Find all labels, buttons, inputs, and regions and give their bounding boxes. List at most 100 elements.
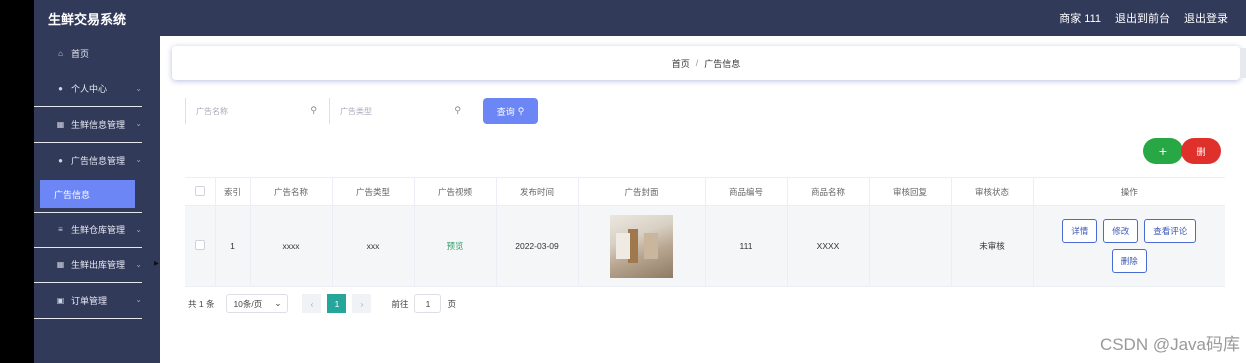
column-header: 广告封面 [578, 177, 706, 206]
chevron-down-icon: ⌄ [135, 154, 142, 164]
search-icon: ⚲ [310, 105, 317, 115]
select-all-header [185, 177, 216, 206]
sidebar-item-warehouse[interactable]: ≡ 生鲜仓库管理 ⌄ [34, 212, 142, 248]
cell-review-reply [869, 205, 952, 287]
edit-button[interactable]: 修改 [1103, 219, 1139, 243]
column-header: 广告类型 [332, 177, 415, 206]
batch-delete-button[interactable]: 删 [1181, 138, 1221, 164]
sidebar-item-orders[interactable]: ▣ 订单管理 ⌄ [34, 283, 142, 319]
column-header: 商品编号 [705, 177, 788, 206]
page-size-select[interactable]: 10条/页 ⌄ [226, 294, 289, 313]
select-all-checkbox[interactable] [194, 185, 205, 196]
column-header: 操作 [1033, 177, 1225, 206]
grid-icon: ▦ [56, 260, 65, 270]
sidebar-item-label: 广告信息管理 [71, 155, 126, 166]
logout-link[interactable]: 退出登录 [1184, 10, 1228, 26]
query-button-label: 查询 [496, 106, 515, 117]
user-icon: ● [58, 84, 63, 94]
grid-icon: ▦ [56, 119, 65, 129]
breadcrumb-separator: / [695, 58, 699, 68]
next-page-button[interactable]: › [352, 294, 372, 313]
ad-name-search: ⚲ [185, 98, 325, 124]
cell-publish-time: 2022-03-09 [496, 205, 579, 287]
table-row: 1 xxxx xxx 预览 2022-03-09 111 XXXX 未审核 详情… [185, 205, 1225, 287]
cell-review-status: 未审核 [951, 205, 1034, 287]
document-icon: ▣ [56, 295, 65, 305]
cell-product-name: XXXX [787, 205, 870, 287]
column-header: 商品名称 [787, 177, 870, 206]
prev-page-button[interactable]: ‹ [302, 294, 322, 313]
pagination: 共 1 条 10条/页 ⌄ ‹ 1 › 前往 1 页 [188, 294, 456, 313]
cell-product-no: 111 [705, 205, 788, 287]
sidebar-item-ad-management[interactable]: ● 广告信息管理 ⌄ [34, 143, 142, 179]
watermark: CSDN @Java码库 [1099, 335, 1240, 354]
column-header: 索引 [215, 177, 251, 206]
chevron-down-icon: ⌄ [135, 225, 142, 234]
query-button[interactable]: 查询 ⚲ [483, 98, 538, 124]
ad-type-search: ⚲ [329, 98, 469, 124]
cell-index: 1 [215, 205, 251, 287]
column-header: 审核回复 [869, 177, 952, 206]
cell-ad-type: xxx [332, 205, 415, 287]
sidebar-item-personal-center[interactable]: ● 个人中心 ⌄ [34, 72, 142, 107]
search-icon: ⚲ [517, 105, 525, 116]
sidebar-item-label: 个人中心 [71, 84, 108, 95]
breadcrumb-home[interactable]: 首页 [672, 57, 690, 70]
top-links: 商家 111 退出到前台 退出登录 [1059, 10, 1228, 26]
sidebar-item-label: 生鲜仓库管理 [71, 225, 126, 236]
sidebar-item-outbound[interactable]: ▦ 生鲜出库管理 ⌄ [34, 248, 142, 283]
chevron-down-icon: ⌄ [135, 259, 142, 269]
ad-type-input[interactable] [330, 98, 469, 124]
sidebar-item-label: 订单管理 [71, 295, 108, 306]
add-button[interactable]: + [1143, 138, 1183, 164]
total-count: 共 1 条 [188, 298, 215, 309]
chevron-down-icon: ⌄ [135, 295, 142, 304]
sidebar-item-label: 生鲜出库管理 [71, 260, 126, 271]
column-header: 广告视频 [414, 177, 497, 206]
scrollbar[interactable] [1240, 48, 1246, 78]
delete-button[interactable]: 删除 [1111, 249, 1147, 273]
cell-ad-cover [578, 205, 706, 287]
chevron-down-icon: ⌄ [135, 83, 142, 93]
top-bar: 生鲜交易系统 商家 111 退出到前台 退出登录 [34, 0, 1246, 36]
sidebar-subitem-ad-info[interactable]: 广告信息 [40, 180, 135, 208]
chevron-down-icon: ⌄ [274, 298, 282, 308]
cell-ad-name: xxxx [250, 205, 333, 287]
search-row: ⚲ ⚲ 查询 ⚲ [185, 98, 538, 124]
page-number-current[interactable]: 1 [327, 294, 347, 313]
view-comments-button[interactable]: 查看评论 [1144, 219, 1197, 243]
cell-ad-video: 预览 [414, 205, 497, 287]
ad-table: 索引 广告名称 广告类型 广告视频 发布时间 广告封面 商品编号 商品名称 审核… [185, 177, 1225, 287]
app-window: 生鲜交易系统 商家 111 退出到前台 退出登录 ⌂ 首页 ● 个人中心 ⌄ ▦… [34, 0, 1246, 363]
ad-name-input[interactable] [186, 98, 325, 124]
goto-label: 前往 [391, 298, 409, 309]
breadcrumb-current: 广告信息 [704, 58, 741, 69]
sidebar-item-label: 首页 [71, 49, 90, 60]
table-header-row: 索引 广告名称 广告类型 广告视频 发布时间 广告封面 商品编号 商品名称 审核… [185, 177, 1225, 206]
page-size-value: 10条/页 [233, 298, 263, 309]
chevron-down-icon: ⌄ [135, 119, 142, 128]
sidebar: ⌂ 首页 ● 个人中心 ⌄ ▦ 生鲜信息管理 ⌄ ● 广告信息管理 ⌄ 广告信息… [34, 36, 160, 363]
goto-page-input[interactable]: 1 [414, 294, 442, 313]
main-content: 首页 / 广告信息 ⚲ ⚲ 查询 ⚲ + 删 [160, 36, 1246, 363]
page-suffix: 页 [447, 298, 456, 309]
search-icon: ⚲ [454, 105, 461, 115]
sidebar-item-home[interactable]: ⌂ 首页 [34, 36, 142, 72]
breadcrumb: 首页 / 广告信息 [172, 46, 1240, 80]
detail-button[interactable]: 详情 [1062, 219, 1098, 243]
row-checkbox[interactable] [194, 240, 205, 250]
cell-operations: 详情 修改 查看评论 删除 [1033, 205, 1225, 287]
user-icon: ● [58, 155, 63, 165]
home-icon: ⌂ [58, 49, 63, 59]
cover-image[interactable] [610, 214, 673, 278]
list-icon: ≡ [58, 225, 63, 235]
row-select-cell [185, 205, 216, 287]
column-header: 审核状态 [951, 177, 1034, 206]
operation-buttons: 详情 修改 查看评论 删除 [1049, 219, 1209, 273]
exit-to-frontend-link[interactable]: 退出到前台 [1115, 10, 1170, 26]
column-header: 广告名称 [250, 177, 333, 206]
mouse-cursor-icon: ▸ [154, 258, 160, 269]
video-preview-link[interactable]: 预览 [446, 241, 463, 251]
sidebar-item-fresh-info[interactable]: ▦ 生鲜信息管理 ⌄ [34, 107, 142, 143]
merchant-user-link[interactable]: 商家 111 [1059, 10, 1101, 26]
